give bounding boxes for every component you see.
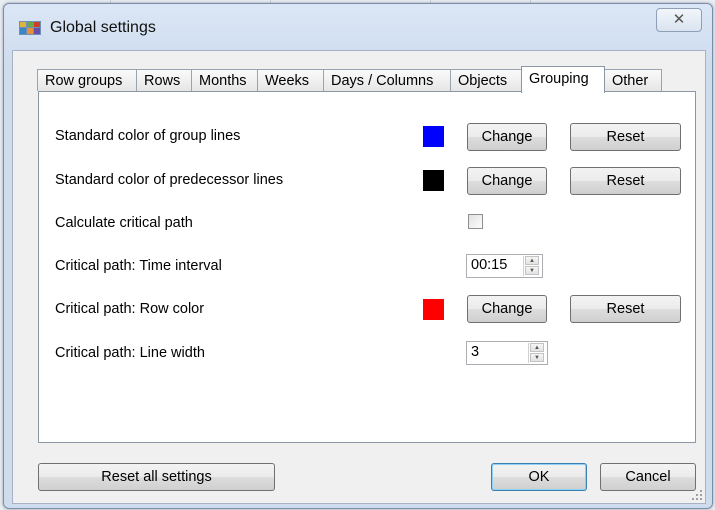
time-interval-spin-buttons: ▲ ▼ [523, 256, 541, 276]
spin-down-icon[interactable]: ▼ [525, 266, 539, 275]
predecessor-lines-reset-button[interactable]: Reset [570, 167, 681, 195]
predecessor-lines-change-button[interactable]: Change [467, 167, 547, 195]
resize-grip-icon[interactable] [691, 489, 703, 501]
close-icon: ✕ [672, 11, 686, 28]
tab-weeks[interactable]: Weeks [257, 69, 324, 91]
tab-label: Days / Columns [331, 73, 434, 89]
tab-label: Weeks [265, 73, 310, 89]
tab-objects[interactable]: Objects [450, 69, 522, 91]
title-bar[interactable]: Global settings ✕ [4, 4, 712, 48]
close-button[interactable]: ✕ [656, 8, 702, 32]
tab-days-columns[interactable]: Days / Columns [323, 69, 451, 91]
window-title: Global settings [50, 19, 156, 36]
tab-grouping[interactable]: Grouping [521, 66, 605, 93]
time-interval-label: Critical path: Time interval [55, 258, 222, 274]
tab-rows[interactable]: Rows [136, 69, 192, 91]
global-settings-dialog: Global settings ✕ Row groups Rows Months… [3, 3, 713, 509]
tab-other[interactable]: Other [604, 69, 662, 91]
group-lines-change-button[interactable]: Change [467, 123, 547, 151]
tab-label: Rows [144, 73, 181, 89]
row-color-change-button[interactable]: Change [467, 295, 547, 323]
line-width-label: Critical path: Line width [55, 345, 205, 361]
group-lines-color-label: Standard color of group lines [55, 128, 241, 144]
predecessor-lines-color-swatch [423, 170, 444, 191]
tab-label: Grouping [529, 71, 589, 87]
predecessor-lines-color-label: Standard color of predecessor lines [55, 172, 284, 188]
line-width-value[interactable]: 3 [471, 344, 479, 360]
reset-all-settings-button[interactable]: Reset all settings [38, 463, 275, 491]
group-lines-color-swatch [423, 126, 444, 147]
line-width-spin-buttons: ▲ ▼ [528, 343, 546, 363]
row-color-label: Critical path: Row color [55, 301, 205, 317]
group-lines-reset-button[interactable]: Reset [570, 123, 681, 151]
calculate-critical-path-checkbox[interactable] [468, 214, 483, 229]
tab-row-groups[interactable]: Row groups [37, 69, 137, 91]
dialog-client-area: Row groups Rows Months Weeks Days / Colu… [12, 50, 706, 504]
row-color-reset-button[interactable]: Reset [570, 295, 681, 323]
tab-months[interactable]: Months [191, 69, 258, 91]
tab-label: Months [199, 73, 247, 89]
app-palette-icon [19, 21, 41, 35]
spin-up-icon[interactable]: ▲ [525, 256, 539, 265]
cancel-button[interactable]: Cancel [600, 463, 696, 491]
row-color-swatch [423, 299, 444, 320]
line-width-spinner[interactable]: 3 ▲ ▼ [466, 341, 548, 365]
ok-button[interactable]: OK [491, 463, 587, 491]
grouping-tab-panel: Standard color of group lines Change Res… [38, 91, 696, 443]
tab-label: Other [612, 73, 649, 89]
tab-label: Objects [458, 73, 508, 89]
time-interval-value[interactable]: 00:15 [471, 257, 507, 273]
spin-up-icon[interactable]: ▲ [530, 343, 544, 352]
calculate-critical-path-label: Calculate critical path [55, 215, 193, 231]
spin-down-icon[interactable]: ▼ [530, 353, 544, 362]
tab-label: Row groups [45, 73, 123, 89]
time-interval-spinner[interactable]: 00:15 ▲ ▼ [466, 254, 543, 278]
